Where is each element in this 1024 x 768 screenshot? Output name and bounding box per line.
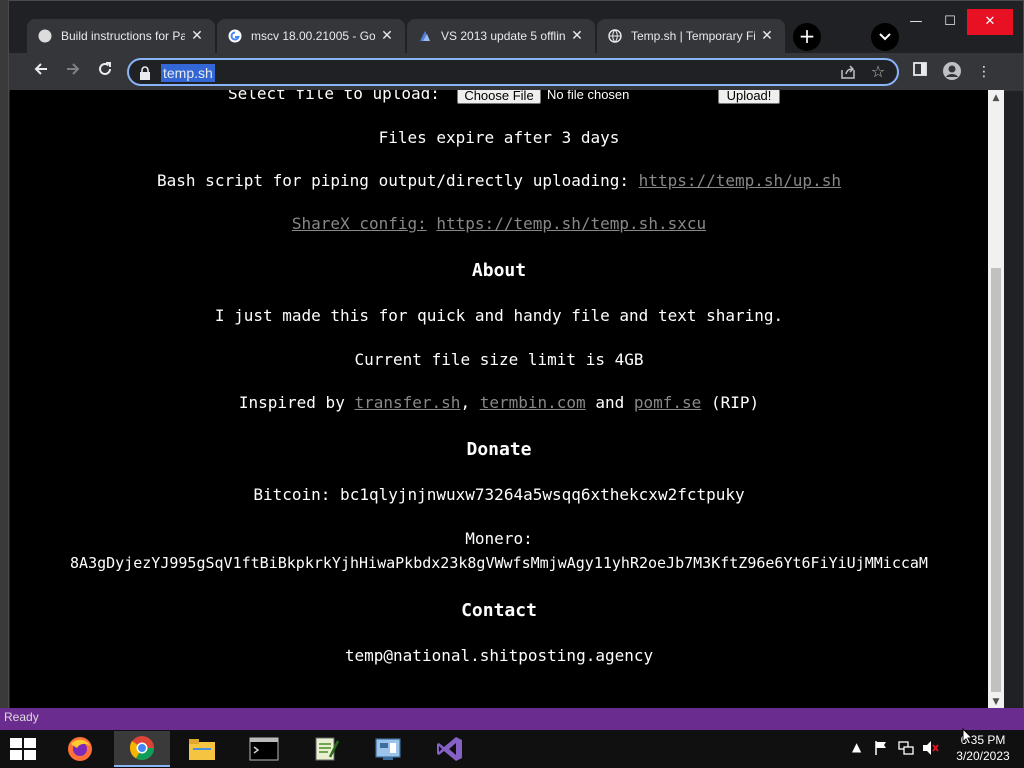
termbin-link[interactable]: termbin.com — [480, 393, 586, 412]
bash-script-label: Bash script for piping output/directly u… — [157, 171, 630, 190]
upload-label: Select file to upload: — [228, 90, 440, 103]
tray-overflow-chevron-icon[interactable]: ▲ — [852, 740, 861, 754]
tab-vs2013-update[interactable]: VS 2013 update 5 offlin ✕ — [407, 19, 595, 53]
contact-heading: Contact — [461, 600, 537, 621]
inspired-by-line: Inspired by transfer.sh, termbin.com and… — [10, 393, 988, 412]
tab-build-instructions[interactable]: Build instructions for Pa ✕ — [27, 19, 215, 53]
volume-muted-icon[interactable] — [922, 740, 940, 759]
upload-button[interactable]: Upload! — [718, 90, 780, 104]
tab-title: mscv 18.00.21005 - Goo — [251, 29, 375, 43]
tab-title: VS 2013 update 5 offlin — [441, 29, 565, 43]
visual-studio-icon[interactable] — [422, 731, 478, 767]
maximize-button[interactable]: ☐ — [933, 9, 967, 35]
terminal-icon[interactable] — [236, 731, 292, 767]
transfer-sh-link[interactable]: transfer.sh — [354, 393, 460, 412]
inspired-separator: , — [460, 393, 471, 412]
inspired-suffix: (RIP) — [710, 393, 760, 412]
chrome-icon[interactable] — [114, 731, 170, 767]
close-tab-icon[interactable]: ✕ — [759, 28, 775, 44]
sharex-config-link[interactable]: https://temp.sh/temp.sh.sxcu — [436, 214, 706, 233]
google-icon — [227, 28, 243, 44]
minimize-button[interactable]: — — [899, 9, 933, 35]
chevron-down-icon — [879, 30, 891, 44]
arrow-right-icon — [65, 61, 81, 82]
about-heading: About — [471, 260, 527, 281]
system-clock[interactable]: 6:35 PM 3/20/2023 — [950, 732, 1016, 764]
sharex-config-label[interactable]: ShareX config: — [292, 214, 427, 233]
reload-icon — [97, 61, 113, 82]
tab-temp-sh[interactable]: Temp.sh | Temporary Fil ✕ — [597, 19, 785, 53]
vs-icon — [417, 28, 433, 44]
url-text[interactable]: temp.sh — [161, 64, 215, 82]
pomf-link[interactable]: pomf.se — [634, 393, 701, 412]
choose-file-button[interactable]: Choose File — [457, 90, 541, 104]
upload-form: Select file to upload: Choose File No fi… — [10, 90, 988, 108]
contact-email: temp@national.shitposting.agency — [344, 646, 654, 665]
browser-toolbar: temp.sh ☆ ⋮ — [9, 53, 1023, 91]
clock-date: 3/20/2023 — [956, 749, 1010, 763]
page-scrollbar[interactable]: ▲ ▼ — [988, 90, 1004, 710]
side-panel-icon[interactable] — [909, 61, 931, 83]
bitcoin-address: Bitcoin: bc1qlyjnjnwuxw73264a5wsqq6xthek… — [253, 485, 745, 504]
tab-title: Temp.sh | Temporary Fil — [631, 29, 755, 43]
monero-address: 8A3gDyjezYJ995gSqV1ftBiBkpkrkYjhHiwaPkbd… — [70, 554, 928, 572]
no-file-chosen-text: No file chosen — [547, 90, 630, 102]
reload-button[interactable] — [93, 61, 117, 85]
desktop-background-strip — [0, 0, 8, 730]
mouse-pointer-icon — [962, 727, 974, 746]
close-tab-icon[interactable]: ✕ — [189, 28, 205, 44]
windows-taskbar: ▲ 6:35 PM 3/20/2023 — [0, 730, 1024, 768]
control-panel-icon[interactable] — [360, 731, 416, 767]
bash-script-link[interactable]: https://temp.sh/up.sh — [639, 171, 841, 190]
share-icon[interactable] — [839, 64, 857, 82]
tab-search-button[interactable] — [871, 23, 899, 51]
windows-start-icon[interactable] — [8, 736, 38, 762]
inspired-prefix: Inspired by — [238, 393, 345, 412]
menu-kebab-icon[interactable]: ⋮ — [973, 61, 995, 83]
scroll-up-arrow-icon[interactable]: ▲ — [988, 90, 1004, 106]
close-tab-icon[interactable]: ✕ — [569, 28, 585, 44]
forward-button[interactable] — [61, 61, 85, 85]
close-tab-icon[interactable]: ✕ — [379, 28, 395, 44]
sharex-line: ShareX config: https://temp.sh/temp.sh.s… — [10, 214, 988, 233]
firefox-icon[interactable] — [52, 731, 108, 767]
file-size-limit-text: Current file size limit is 4GB — [354, 350, 644, 369]
inspired-and: and — [595, 393, 625, 412]
bookmark-star-icon[interactable]: ☆ — [869, 62, 887, 82]
globe-icon — [37, 28, 53, 44]
back-button[interactable] — [29, 61, 53, 85]
background-app-status-strip: Ready — [0, 708, 1024, 730]
tab-title: Build instructions for Pa — [61, 29, 185, 43]
new-tab-button[interactable]: + — [793, 23, 821, 51]
page-viewport: Select file to upload: Choose File No fi… — [10, 90, 988, 710]
arrow-left-icon — [33, 61, 49, 82]
lock-icon[interactable] — [139, 65, 153, 80]
tab-strip: Build instructions for Pa ✕ mscv 18.00.2… — [9, 1, 1023, 57]
monero-label: Monero: — [465, 529, 533, 548]
bash-script-line: Bash script for piping output/directly u… — [10, 171, 988, 190]
expire-text: Files expire after 3 days — [378, 128, 620, 147]
tab-google-search[interactable]: mscv 18.00.21005 - Goo ✕ — [217, 19, 405, 53]
clock-time: 6:35 PM — [960, 733, 1006, 747]
globe-icon — [607, 28, 623, 44]
file-explorer-icon[interactable] — [174, 731, 230, 767]
donate-heading: Donate — [466, 439, 532, 460]
action-center-flag-icon[interactable] — [874, 740, 888, 759]
address-bar[interactable]: temp.sh ☆ — [127, 58, 899, 86]
close-window-button[interactable]: ✕ — [967, 9, 1013, 35]
profile-avatar-icon[interactable] — [941, 61, 963, 83]
notepad-icon[interactable] — [298, 731, 354, 767]
network-icon[interactable] — [898, 740, 914, 759]
about-text: I just made this for quick and handy fil… — [214, 306, 784, 325]
status-text: Ready — [4, 710, 39, 724]
scrollbar-thumb[interactable] — [991, 268, 1001, 692]
